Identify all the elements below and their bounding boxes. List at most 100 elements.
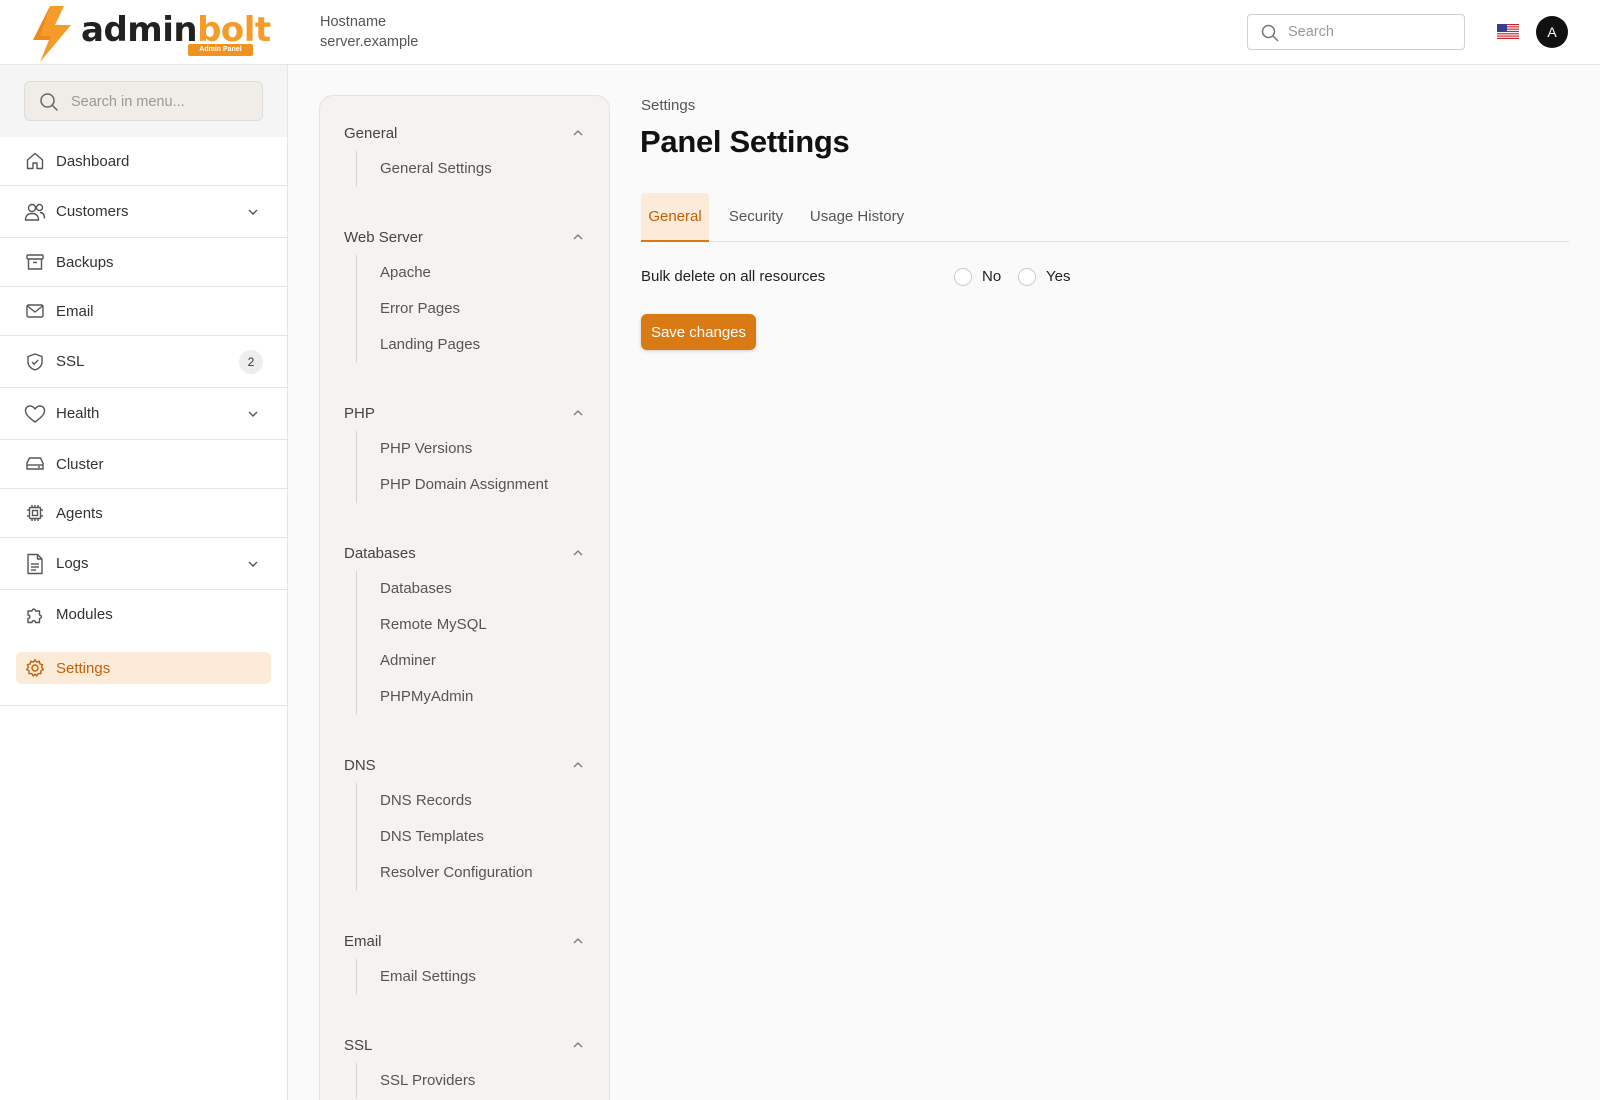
sidebar-item-modules[interactable]: Modules [0, 590, 287, 639]
file-text-icon [24, 553, 46, 575]
settings-group-databases: Databases Databases Remote MySQL Adminer… [344, 542, 584, 715]
settings-nav-item-databases[interactable]: Databases [380, 571, 584, 607]
settings-nav-item-error-pages[interactable]: Error Pages [380, 291, 584, 327]
settings-group-header[interactable]: General [344, 122, 584, 144]
settings-group-email: Email Email Settings [344, 930, 584, 995]
sidebar-item-agents[interactable]: Agents [0, 489, 287, 538]
settings-tabs: General Security Usage History [641, 193, 1569, 242]
sidebar-item-label: Logs [56, 555, 89, 572]
shield-check-icon [24, 351, 46, 373]
radio-label-no[interactable]: No [982, 268, 1001, 285]
settings-nav-item-php-domain-assignment[interactable]: PHP Domain Assignment [380, 467, 584, 503]
settings-group-dns: DNS DNS Records DNS Templates Resolver C… [344, 754, 584, 891]
chevron-down-icon [248, 561, 258, 567]
settings-group-web-server: Web Server Apache Error Pages Landing Pa… [344, 226, 584, 363]
settings-nav-item-phpmyadmin[interactable]: PHPMyAdmin [380, 679, 584, 715]
settings-nav-item-apache[interactable]: Apache [380, 255, 584, 291]
sidebar-search[interactable] [24, 81, 263, 121]
sidebar-item-dashboard[interactable]: Dashboard [0, 137, 287, 186]
chevron-up-icon [573, 938, 583, 944]
settings-group-header[interactable]: PHP [344, 402, 584, 424]
user-avatar[interactable]: A [1536, 16, 1568, 48]
sidebar-item-label: Email [56, 302, 94, 320]
settings-group-header[interactable]: SSL [344, 1034, 584, 1056]
sidebar-search-input[interactable] [71, 91, 251, 113]
adminbolt-logo[interactable]: adminbolt Admin Panel [30, 6, 271, 62]
settings-group-header[interactable]: Databases [344, 542, 584, 564]
chevron-up-icon [573, 130, 583, 136]
users-icon [24, 201, 46, 223]
settings-nav-item-email-settings[interactable]: Email Settings [380, 959, 584, 995]
heart-icon [24, 403, 46, 425]
settings-nav-panel: General General Settings Web Server Apac… [319, 95, 610, 1100]
settings-nav-item-adminer[interactable]: Adminer [380, 643, 584, 679]
settings-nav-item-dns-records[interactable]: DNS Records [380, 783, 584, 819]
chevron-down-icon [248, 411, 258, 417]
radio-label-yes[interactable]: Yes [1046, 268, 1070, 285]
sidebar: Dashboard Customers Backups Email SSL 2 … [0, 65, 288, 1100]
settings-group-general: General General Settings [344, 122, 584, 187]
logo-badge: Admin Panel [188, 44, 253, 56]
settings-nav-item-php-versions[interactable]: PHP Versions [380, 431, 584, 467]
bulk-delete-label: Bulk delete on all resources [641, 268, 826, 285]
sidebar-item-email[interactable]: Email [0, 287, 287, 336]
sidebar-divider [0, 705, 287, 706]
settings-nav-item-ssl-providers[interactable]: SSL Providers [380, 1063, 584, 1099]
bulk-delete-radio-yes[interactable] [1018, 268, 1036, 286]
settings-group-ssl: SSL SSL Providers [344, 1034, 584, 1099]
tab-usage-history[interactable]: Usage History [809, 193, 905, 242]
mail-icon [24, 300, 46, 322]
lightning-bolt-icon [33, 6, 71, 62]
chip-icon [24, 502, 46, 524]
settings-group-php: PHP PHP Versions PHP Domain Assignment [344, 402, 584, 503]
puzzle-icon [24, 604, 46, 626]
sidebar-item-label: SSL [56, 353, 85, 370]
chevron-up-icon [573, 1042, 583, 1048]
home-icon [24, 150, 46, 172]
chevron-up-icon [573, 410, 583, 416]
tab-general[interactable]: General [641, 193, 709, 242]
ssl-count-badge: 2 [239, 349, 263, 374]
breadcrumb[interactable]: Settings [641, 97, 695, 114]
hostname-label: Hostname [320, 14, 387, 30]
global-search-input[interactable] [1288, 21, 1448, 43]
sidebar-item-cluster[interactable]: Cluster [0, 440, 287, 489]
chevron-down-icon [248, 209, 258, 215]
sidebar-item-health[interactable]: Health [0, 388, 287, 440]
settings-nav-item-remote-mysql[interactable]: Remote MySQL [380, 607, 584, 643]
sidebar-item-label: Dashboard [56, 152, 130, 170]
sidebar-item-label: Modules [56, 606, 113, 623]
chevron-up-icon [573, 550, 583, 556]
bulk-delete-radio-no[interactable] [954, 268, 972, 286]
tab-security[interactable]: Security [724, 193, 788, 242]
settings-nav-item-resolver-configuration[interactable]: Resolver Configuration [380, 855, 584, 891]
gear-icon [24, 657, 46, 679]
settings-group-header[interactable]: DNS [344, 754, 584, 776]
global-search[interactable] [1247, 14, 1465, 50]
archive-icon [24, 251, 46, 273]
settings-nav-item-general-settings[interactable]: General Settings [380, 151, 584, 187]
hostname-value: server.example [320, 34, 419, 50]
sidebar-item-label: Settings [56, 659, 111, 677]
chevron-up-icon [573, 234, 583, 240]
settings-nav-item-landing-pages[interactable]: Landing Pages [380, 327, 584, 363]
top-bar: adminbolt Admin Panel Hostname server.ex… [0, 0, 1600, 65]
sidebar-item-label: Customers [56, 203, 129, 220]
sidebar-item-settings[interactable]: Settings [16, 652, 271, 684]
sidebar-item-logs[interactable]: Logs [0, 538, 287, 590]
search-icon [1261, 24, 1279, 42]
sidebar-item-customers[interactable]: Customers [0, 186, 287, 238]
hostname-info: Hostname server.example [320, 12, 418, 52]
settings-nav-item-dns-templates[interactable]: DNS Templates [380, 819, 584, 855]
sidebar-item-backups[interactable]: Backups [0, 238, 287, 287]
settings-group-header[interactable]: Email [344, 930, 584, 952]
sidebar-item-label: Agents [56, 504, 103, 522]
chevron-up-icon [573, 762, 583, 768]
server-icon [24, 453, 46, 475]
sidebar-item-ssl[interactable]: SSL 2 [0, 336, 287, 388]
save-changes-button[interactable]: Save changes [641, 314, 756, 350]
us-flag-icon[interactable] [1497, 24, 1519, 39]
sidebar-nav: Dashboard Customers Backups Email SSL 2 … [0, 137, 287, 639]
settings-group-header[interactable]: Web Server [344, 226, 584, 248]
page-title: Panel Settings [640, 124, 850, 159]
